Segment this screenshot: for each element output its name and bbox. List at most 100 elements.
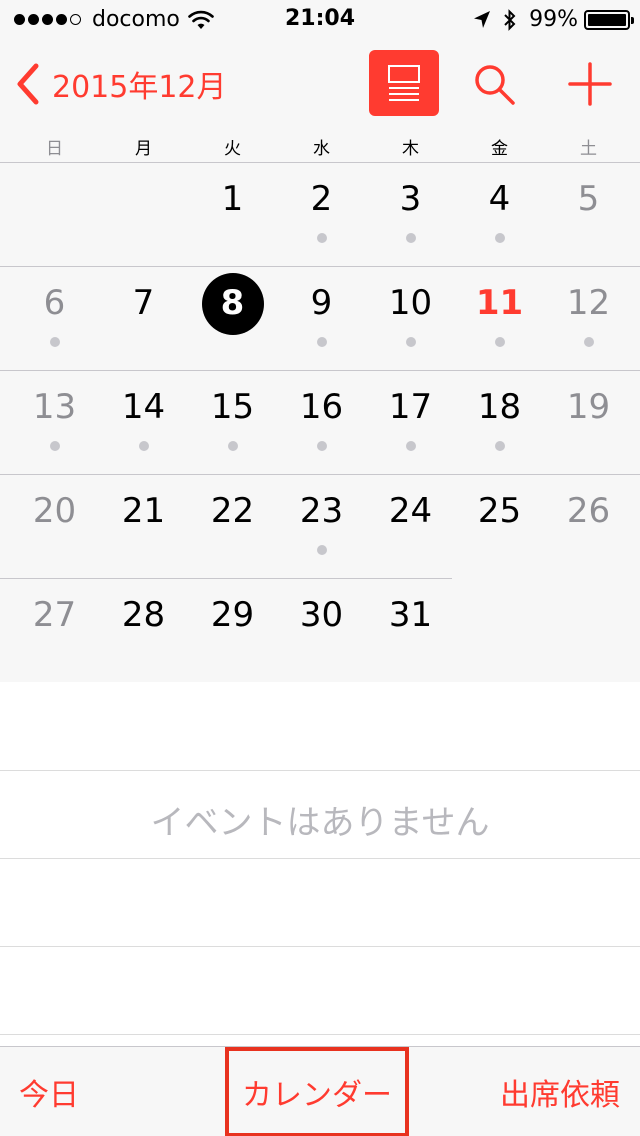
event-row-divider bbox=[0, 1034, 640, 1035]
day-cell[interactable]: 5 bbox=[544, 163, 633, 267]
weekday-label: 水 bbox=[313, 139, 330, 159]
day-cell[interactable]: 9 bbox=[277, 267, 366, 371]
day-number: 30 bbox=[299, 595, 344, 635]
day-cell[interactable]: 24 bbox=[366, 475, 455, 579]
day-number: 24 bbox=[388, 491, 433, 531]
event-indicator-dot bbox=[317, 441, 327, 451]
top-chrome: docomo 21:04 99% 2015年12月 日 月 火 水 木 金 土 bbox=[0, 0, 640, 163]
event-list: イベントはありません bbox=[0, 683, 640, 1046]
day-cell[interactable]: 29 bbox=[188, 579, 277, 683]
status-bar: docomo 21:04 99% bbox=[0, 0, 640, 40]
day-number: 6 bbox=[43, 283, 66, 323]
event-indicator-dot bbox=[406, 441, 416, 451]
day-cell[interactable]: 3 bbox=[366, 163, 455, 267]
day-number: 4 bbox=[488, 179, 511, 219]
weekday-label: 月 bbox=[135, 139, 152, 159]
event-indicator-dot bbox=[50, 441, 60, 451]
day-cell[interactable]: 11 bbox=[455, 267, 544, 371]
day-number: 25 bbox=[477, 491, 522, 531]
battery-cap bbox=[631, 16, 634, 24]
day-cell[interactable]: 7 bbox=[99, 267, 188, 371]
day-cell[interactable]: 15 bbox=[188, 371, 277, 475]
day-number: 26 bbox=[566, 491, 611, 531]
day-cell[interactable]: 4 bbox=[455, 163, 544, 267]
event-row-divider bbox=[0, 770, 640, 771]
battery-percent: 99% bbox=[529, 7, 578, 32]
event-indicator-dot bbox=[50, 337, 60, 347]
day-number: 15 bbox=[210, 387, 255, 427]
location-arrow-icon bbox=[474, 10, 491, 28]
day-cell[interactable]: 13 bbox=[10, 371, 99, 475]
event-indicator-dot bbox=[406, 233, 416, 243]
day-number: 3 bbox=[399, 179, 422, 219]
day-number: 23 bbox=[299, 491, 344, 531]
day-number: 17 bbox=[388, 387, 433, 427]
day-number: 11 bbox=[475, 283, 524, 323]
day-number: 21 bbox=[121, 491, 166, 531]
day-cell[interactable]: 22 bbox=[188, 475, 277, 579]
day-cell[interactable]: 14 bbox=[99, 371, 188, 475]
day-number: 7 bbox=[132, 283, 155, 323]
day-cell[interactable]: 21 bbox=[99, 475, 188, 579]
day-number: 12 bbox=[566, 283, 611, 323]
event-indicator-dot bbox=[139, 441, 149, 451]
day-cell[interactable]: 28 bbox=[99, 579, 188, 683]
day-cell-selected[interactable]: 8 bbox=[188, 267, 277, 371]
event-indicator-dot bbox=[228, 441, 238, 451]
day-cell[interactable]: 31 bbox=[366, 579, 455, 683]
battery-icon bbox=[584, 9, 634, 30]
day-cell[interactable]: 18 bbox=[455, 371, 544, 475]
no-events-message: イベントはありません bbox=[150, 803, 490, 843]
day-number: 19 bbox=[566, 387, 611, 427]
event-indicator-dot bbox=[317, 337, 327, 347]
tab-bar: 今日 カレンダー 出席依頼 bbox=[0, 1046, 640, 1136]
plus-icon[interactable] bbox=[566, 60, 614, 108]
event-indicator-dot bbox=[406, 337, 416, 347]
day-cell[interactable]: 26 bbox=[544, 475, 633, 579]
chevron-left-icon bbox=[17, 63, 39, 105]
event-row-divider bbox=[0, 946, 640, 947]
weekday-label: 金 bbox=[491, 139, 508, 159]
day-cell[interactable]: 20 bbox=[10, 475, 99, 579]
day-cell[interactable]: 16 bbox=[277, 371, 366, 475]
day-cell[interactable]: 23 bbox=[277, 475, 366, 579]
day-number: 27 bbox=[32, 595, 77, 635]
day-cell[interactable]: 17 bbox=[366, 371, 455, 475]
inbox-tab[interactable]: 出席依頼 bbox=[492, 1047, 628, 1136]
day-cell[interactable]: 25 bbox=[455, 475, 544, 579]
day-cell[interactable]: 1 bbox=[188, 163, 277, 267]
search-icon[interactable] bbox=[470, 60, 518, 108]
event-indicator-dot bbox=[317, 545, 327, 555]
day-number: 9 bbox=[310, 283, 333, 323]
today-tab[interactable]: 今日 bbox=[14, 1047, 84, 1136]
list-view-icon bbox=[388, 65, 420, 101]
calendars-tab[interactable]: カレンダー bbox=[225, 1047, 409, 1136]
day-cell[interactable]: 30 bbox=[277, 579, 366, 683]
day-number: 20 bbox=[32, 491, 77, 531]
day-cell[interactable]: 6 bbox=[10, 267, 99, 371]
day-cell[interactable]: 12 bbox=[544, 267, 633, 371]
day-number: 14 bbox=[121, 387, 166, 427]
day-number: 16 bbox=[299, 387, 344, 427]
event-indicator-dot bbox=[495, 337, 505, 347]
day-number: 2 bbox=[310, 179, 333, 219]
day-number: 8 bbox=[220, 283, 245, 323]
month-title: 2015年12月 bbox=[52, 70, 227, 105]
weekday-header: 日月火水木金土 bbox=[0, 130, 640, 162]
list-view-button[interactable] bbox=[369, 50, 439, 116]
status-right: 99% bbox=[473, 7, 634, 32]
day-cell[interactable]: 10 bbox=[366, 267, 455, 371]
day-cell[interactable]: 2 bbox=[277, 163, 366, 267]
event-indicator-dot bbox=[495, 441, 505, 451]
event-row-divider bbox=[0, 858, 640, 859]
day-cell[interactable]: 27 bbox=[10, 579, 99, 683]
day-number: 31 bbox=[388, 595, 433, 635]
event-indicator-dot bbox=[495, 233, 505, 243]
day-number: 1 bbox=[221, 179, 244, 219]
calendar-screen: docomo 21:04 99% 2015年12月 日 月 火 水 木 金 土 … bbox=[0, 0, 640, 1136]
weekday-label: 木 bbox=[402, 139, 419, 159]
day-cell[interactable]: 19 bbox=[544, 371, 633, 475]
weekday-label: 土 bbox=[580, 139, 597, 159]
back-to-year-button[interactable]: 2015年12月 bbox=[14, 62, 227, 106]
weekday-label: 日 bbox=[46, 139, 63, 159]
